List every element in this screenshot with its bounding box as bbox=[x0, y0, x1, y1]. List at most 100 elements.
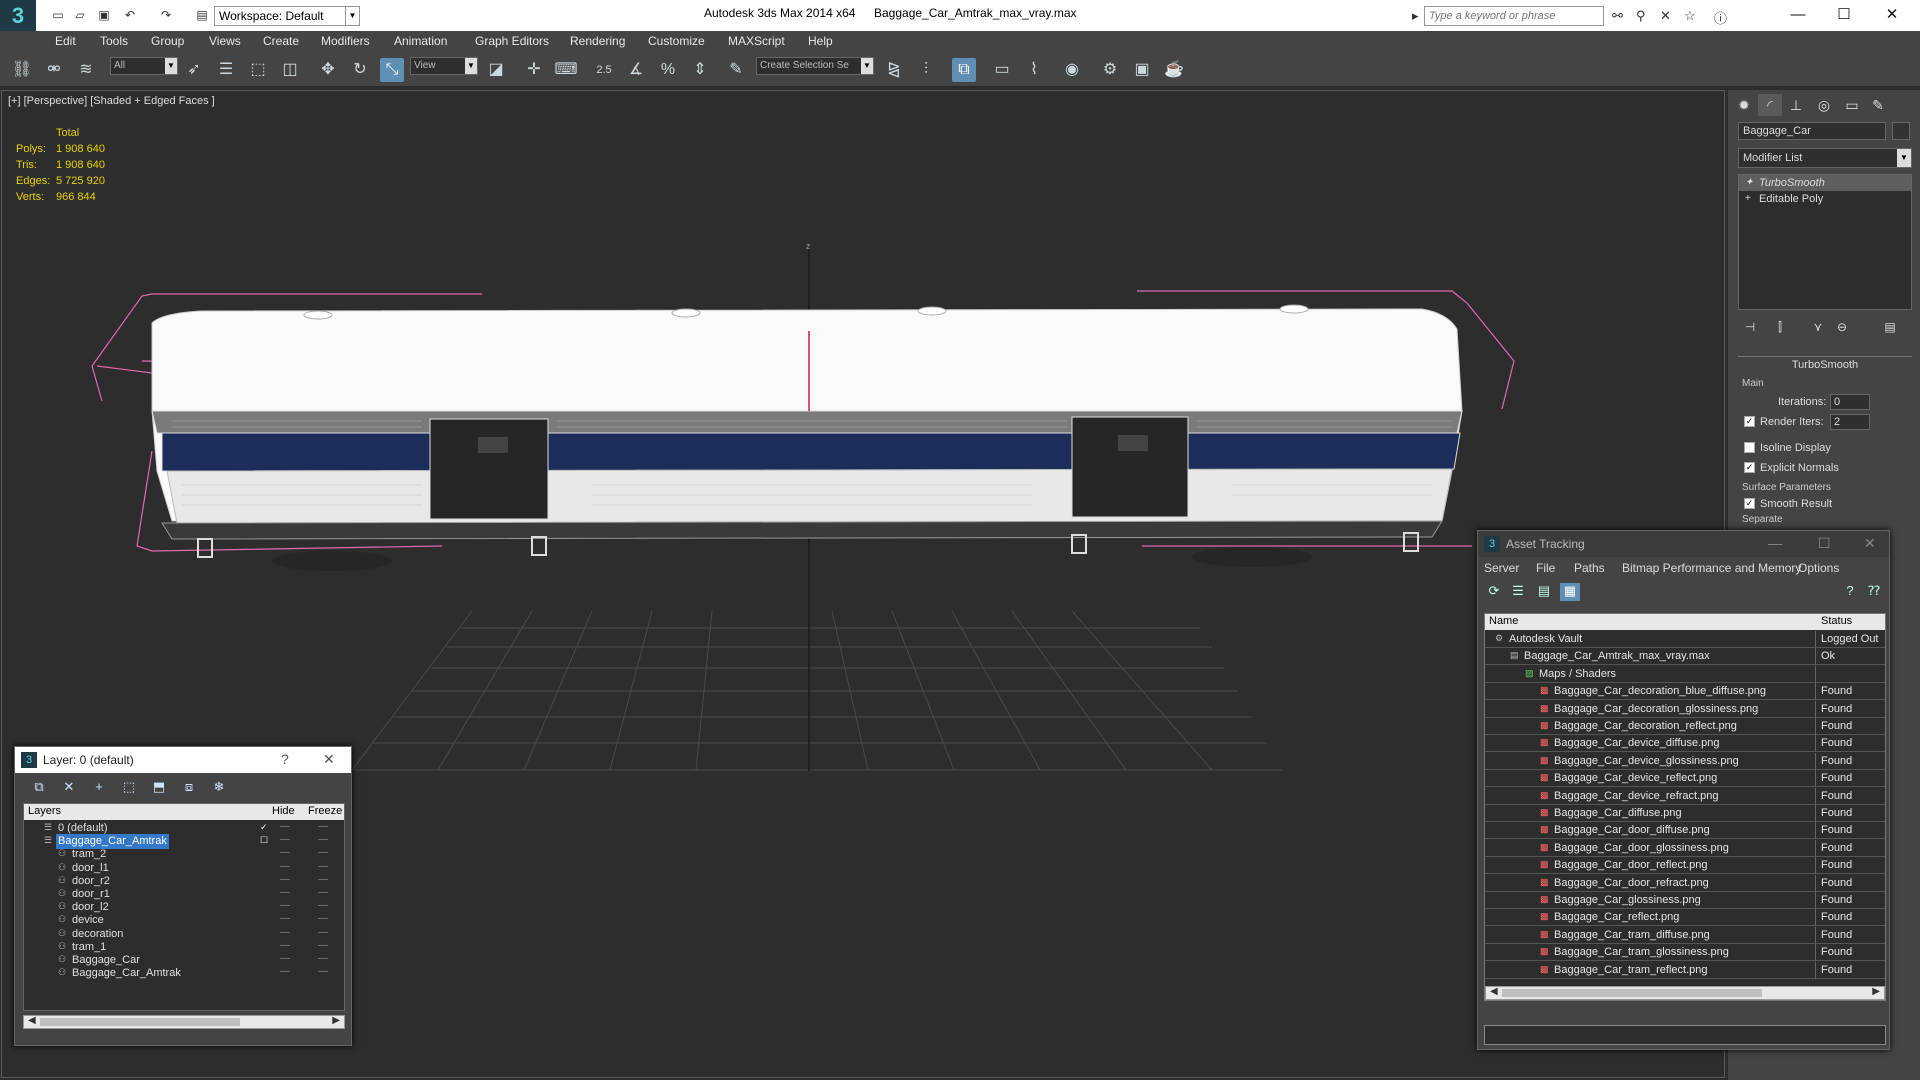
search-expand-icon[interactable]: ▸ bbox=[1412, 8, 1419, 24]
maximize-icon[interactable]: ☐ bbox=[1824, 4, 1864, 26]
hide-toggle[interactable]: — bbox=[280, 913, 290, 924]
project-folder-icon[interactable]: ▤ bbox=[194, 8, 210, 22]
subscription-icon[interactable]: ⚲ bbox=[1636, 8, 1646, 24]
select-manipulate-icon[interactable]: ✛ bbox=[522, 58, 546, 82]
isoline-checkbox[interactable] bbox=[1744, 442, 1755, 453]
menu-animation[interactable]: Animation bbox=[394, 34, 447, 48]
asset-row[interactable]: ▩ Baggage_Car_tram_diffuse.png Found bbox=[1485, 926, 1885, 944]
menu-rendering[interactable]: Rendering bbox=[570, 34, 625, 48]
asset-menu-paths[interactable]: Paths bbox=[1574, 561, 1605, 575]
render-setup-icon[interactable]: ⚙ bbox=[1098, 58, 1122, 82]
menu-group[interactable]: Group bbox=[151, 34, 184, 48]
asset-row[interactable]: ▩ Baggage_Car_reflect.png Found bbox=[1485, 909, 1885, 927]
asset-menu-server[interactable]: Server bbox=[1484, 561, 1519, 575]
asset-menu-bitmap-performance[interactable]: Bitmap Performance and Memory bbox=[1622, 561, 1801, 575]
scroll-thumb[interactable] bbox=[1502, 989, 1762, 997]
freeze-all-icon[interactable]: ❄ bbox=[209, 779, 229, 797]
curve-editor-icon[interactable]: ⌇ bbox=[1022, 58, 1046, 82]
scroll-left-icon[interactable]: ◀ bbox=[1490, 986, 1498, 997]
edit-named-selection-icon[interactable]: ✎ bbox=[724, 58, 748, 82]
asset-menu-file[interactable]: File bbox=[1536, 561, 1555, 575]
select-by-name-icon[interactable]: ☰ bbox=[214, 58, 238, 82]
asset-row[interactable]: ▩ Baggage_Car_decoration_reflect.png Found bbox=[1485, 718, 1885, 735]
favorites-star-icon[interactable]: ☆ bbox=[1684, 8, 1696, 24]
asset-row[interactable]: ▩ Baggage_Car_door_refract.png Found bbox=[1485, 874, 1885, 892]
stack-item-editable-poly[interactable]: + Editable Poly bbox=[1739, 191, 1911, 207]
undo-icon[interactable]: ↶ bbox=[122, 8, 138, 22]
asset-row[interactable]: ▩ Baggage_Car_tram_reflect.png Found bbox=[1485, 961, 1885, 979]
hide-toggle[interactable]: — bbox=[280, 900, 290, 911]
asset-row[interactable]: ▩ Baggage_Car_decoration_blue_diffuse.png… bbox=[1485, 683, 1885, 701]
hide-toggle[interactable]: — bbox=[280, 927, 290, 938]
hide-toggle[interactable]: — bbox=[280, 887, 290, 898]
asset-dialog-titlebar[interactable]: 3 Asset Tracking — ☐ ✕ bbox=[1478, 531, 1889, 557]
hide-toggle[interactable]: — bbox=[280, 953, 290, 964]
bind-space-warp-icon[interactable]: ≋ bbox=[74, 58, 98, 82]
binoculars-icon[interactable]: ⚯ bbox=[1612, 8, 1623, 24]
menu-customize[interactable]: Customize bbox=[648, 34, 705, 48]
hide-toggle[interactable]: — bbox=[280, 874, 290, 885]
search-input[interactable] bbox=[1424, 6, 1604, 26]
menu-modifiers[interactable]: Modifiers bbox=[321, 34, 370, 48]
iterations-spinner[interactable]: 0 bbox=[1830, 394, 1870, 410]
asset-row[interactable]: ▩ Baggage_Car_door_reflect.png Found bbox=[1485, 857, 1885, 875]
show-end-result-icon[interactable]: ⫿ bbox=[1770, 318, 1790, 336]
rotate-icon[interactable]: ↻ bbox=[348, 58, 372, 82]
column-name[interactable]: Name bbox=[1489, 615, 1518, 627]
list-view-icon[interactable]: ☰ bbox=[1508, 583, 1528, 601]
close-icon[interactable]: ✕ bbox=[1864, 535, 1876, 552]
workspace-dropdown[interactable]: Workspace: Default ▼ bbox=[214, 6, 360, 26]
menu-graph-editors[interactable]: Graph Editors bbox=[475, 34, 549, 48]
render-iters-checkbox[interactable]: ✓ bbox=[1744, 416, 1755, 427]
menu-edit[interactable]: Edit bbox=[55, 34, 76, 48]
make-unique-icon[interactable]: ⋎ bbox=[1808, 318, 1828, 336]
layer-horizontal-scrollbar[interactable]: ◀ ▶ bbox=[23, 1015, 345, 1029]
scale-icon[interactable]: ⤡ bbox=[380, 58, 404, 82]
current-layer-check-icon[interactable]: ✓ bbox=[260, 822, 268, 833]
communication-icon[interactable]: ✕ bbox=[1660, 8, 1671, 24]
minimize-icon[interactable]: — bbox=[1768, 535, 1782, 551]
move-icon[interactable]: ✥ bbox=[316, 58, 340, 82]
asset-row[interactable]: ▩ Baggage_Car_decoration_glossiness.png Fo… bbox=[1485, 700, 1885, 718]
utilities-tab-icon[interactable]: ✎ bbox=[1866, 94, 1890, 116]
set-current-layer-icon[interactable]: ☐ bbox=[260, 835, 268, 846]
open-file-icon[interactable]: ▱ bbox=[72, 8, 88, 22]
unlink-icon[interactable]: ⚮ bbox=[42, 58, 66, 82]
configure-modifier-sets-icon[interactable]: ▤ bbox=[1880, 318, 1900, 336]
freeze-toggle[interactable]: — bbox=[318, 821, 328, 832]
motion-tab-icon[interactable]: ◎ bbox=[1812, 94, 1836, 116]
help-icon[interactable]: ? bbox=[281, 751, 289, 767]
scroll-thumb[interactable] bbox=[40, 1018, 240, 1026]
rendered-frame-icon[interactable]: ▣ bbox=[1130, 58, 1154, 82]
viewport-label[interactable]: [+] [Perspective] [Shaded + Edged Faces … bbox=[8, 95, 215, 107]
asset-row[interactable]: ▩ Baggage_Car_device_refract.png Found bbox=[1485, 787, 1885, 805]
asset-row[interactable]: ▩ Baggage_Car_door_diffuse.png Found bbox=[1485, 822, 1885, 840]
redo-icon[interactable]: ↷ bbox=[158, 8, 174, 22]
freeze-toggle[interactable]: — bbox=[318, 861, 328, 872]
asset-row[interactable]: ▩ Baggage_Car_device_diffuse.png Found bbox=[1485, 735, 1885, 753]
scroll-right-icon[interactable]: ▶ bbox=[1872, 986, 1880, 997]
hierarchy-tab-icon[interactable]: ⊥ bbox=[1784, 94, 1808, 116]
asset-row[interactable]: ▩ Baggage_Car_door_glossiness.png Found bbox=[1485, 839, 1885, 857]
detail-view-icon[interactable]: ▤ bbox=[1534, 583, 1554, 601]
menu-help[interactable]: Help bbox=[808, 34, 833, 48]
delete-layer-icon[interactable]: ✕ bbox=[59, 779, 79, 797]
snap-toggle-icon[interactable]: 2.5 bbox=[592, 58, 616, 82]
freeze-toggle[interactable]: — bbox=[318, 834, 328, 845]
hide-toggle[interactable]: — bbox=[280, 847, 290, 858]
angle-snap-icon[interactable]: ∡ bbox=[624, 58, 648, 82]
selection-filter-dropdown[interactable]: All ▼ bbox=[110, 57, 178, 75]
hide-toggle[interactable]: — bbox=[280, 821, 290, 832]
window-crossing-icon[interactable]: ◫ bbox=[278, 58, 302, 82]
hide-toggle[interactable]: — bbox=[280, 861, 290, 872]
column-status[interactable]: Status bbox=[1821, 615, 1852, 627]
render-iters-spinner[interactable]: 2 bbox=[1830, 414, 1870, 430]
table-view-icon[interactable]: ▦ bbox=[1560, 583, 1580, 601]
minimize-icon[interactable]: — bbox=[1778, 4, 1818, 26]
column-hide[interactable]: Hide bbox=[272, 805, 295, 817]
column-layers[interactable]: Layers bbox=[28, 805, 61, 817]
modifier-list-dropdown[interactable]: Modifier List ▼ bbox=[1738, 148, 1912, 168]
align-icon[interactable]: ⫶ bbox=[914, 58, 938, 82]
render-production-icon[interactable]: ☕ bbox=[1162, 58, 1186, 82]
lightbulb-icon[interactable]: ✦ bbox=[1745, 177, 1753, 188]
